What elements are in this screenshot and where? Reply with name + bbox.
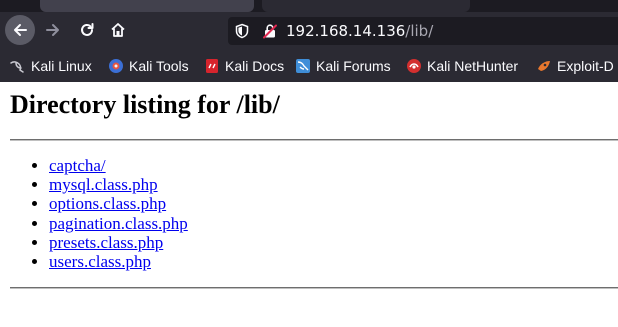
tab-second[interactable]: ×: [262, 0, 470, 12]
reload-icon: [81, 23, 94, 36]
file-link-pagination-class[interactable]: pagination.class.php: [49, 214, 188, 233]
tracking-protection-shield-icon[interactable]: [234, 23, 250, 39]
nethunter-icon: [406, 58, 422, 74]
home-icon: [111, 23, 125, 37]
address-path: /lib/: [405, 22, 434, 40]
list-item: options.class.php: [49, 194, 188, 213]
bookmark-label: Kali NetHunter: [427, 58, 519, 74]
reload-button[interactable]: [72, 15, 102, 45]
tab-active[interactable]: ×: [40, 0, 254, 12]
tab-strip: × ×: [0, 0, 618, 12]
kali-dragon-icon: [10, 58, 26, 74]
address-bar[interactable]: 192.168.14.136/lib/: [228, 17, 618, 45]
list-item: users.class.php: [49, 252, 188, 271]
file-link-users-class[interactable]: users.class.php: [49, 252, 151, 271]
bookmark-label: Kali Tools: [129, 58, 189, 74]
file-link-captcha[interactable]: captcha/: [49, 156, 106, 175]
bookmark-kali-forums[interactable]: Kali Forums: [295, 52, 391, 80]
bookmark-label: Kali Forums: [316, 58, 391, 74]
home-button[interactable]: [103, 15, 133, 45]
bookmark-label: Kali Linux: [31, 58, 92, 74]
bookmark-kali-tools[interactable]: Kali Tools: [108, 52, 189, 80]
list-item: pagination.class.php: [49, 214, 188, 233]
tab-close-icon[interactable]: ×: [448, 0, 460, 2]
list-item: mysql.class.php: [49, 175, 188, 194]
bookmark-kali-linux[interactable]: Kali Linux: [10, 52, 92, 80]
list-item: presets.class.php: [49, 233, 188, 252]
list-item: captcha/: [49, 156, 188, 175]
kali-tools-icon: [108, 58, 124, 74]
file-link-presets-class[interactable]: presets.class.php: [49, 233, 163, 252]
bottom-divider: [10, 287, 618, 289]
exploit-db-icon: [536, 58, 552, 74]
bookmark-label: Kali Docs: [225, 58, 285, 74]
bookmark-label: Exploit-D: [557, 58, 614, 74]
kali-docs-icon: [204, 58, 220, 74]
forward-arrow-icon: [46, 24, 59, 36]
back-button[interactable]: [5, 15, 35, 45]
page-title: Directory listing for /lib/: [10, 90, 280, 119]
page-content: Directory listing for /lib/ captcha/ mys…: [0, 82, 618, 327]
tab-close-icon[interactable]: ×: [232, 0, 244, 2]
navigation-toolbar: 192.168.14.136/lib/: [0, 12, 618, 48]
address-host: 192.168.14.136: [286, 22, 406, 40]
bookmark-kali-nethunter[interactable]: Kali NetHunter: [406, 52, 518, 80]
back-arrow-icon: [14, 24, 27, 36]
forward-button[interactable]: [38, 15, 68, 45]
kali-forums-icon: [295, 58, 311, 74]
insecure-lock-icon[interactable]: [262, 23, 278, 39]
file-link-mysql-class[interactable]: mysql.class.php: [49, 175, 158, 194]
browser-chrome: × ×: [0, 0, 618, 82]
bookmark-kali-docs[interactable]: Kali Docs: [204, 52, 284, 80]
bookmark-exploit-db[interactable]: Exploit-D: [536, 52, 614, 80]
file-list: captcha/ mysql.class.php options.class.p…: [10, 156, 188, 271]
top-divider: [10, 139, 618, 141]
address-text[interactable]: 192.168.14.136/lib/: [286, 22, 433, 40]
bookmarks-toolbar: Kali Linux Kali Tools Kali Docs Kali For…: [0, 52, 618, 80]
file-link-options-class[interactable]: options.class.php: [49, 194, 166, 213]
